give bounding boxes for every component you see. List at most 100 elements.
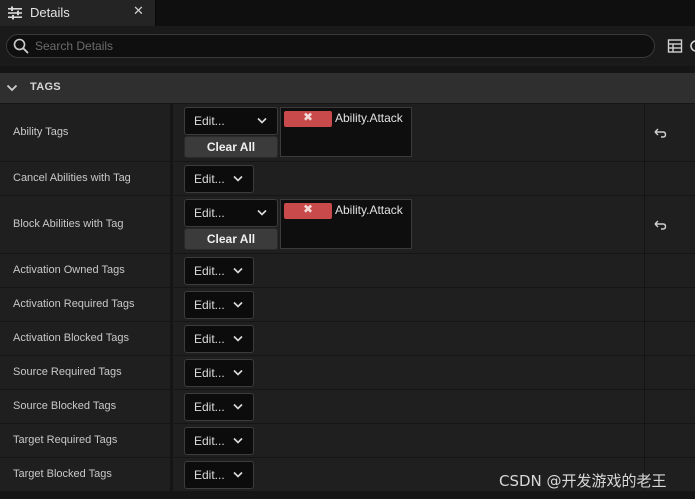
- chevron-down-icon: [233, 335, 243, 342]
- tab-details[interactable]: Details ✕: [0, 0, 156, 26]
- property-label: Source Blocked Tags: [13, 400, 117, 412]
- tag-list: ✖ Ability.Attack: [280, 199, 412, 249]
- property-row: Activation Owned Tags Edit...: [0, 254, 695, 288]
- property-label: Ability Tags: [13, 126, 69, 138]
- edit-tags-button[interactable]: Edit...: [184, 325, 254, 353]
- column-splitter[interactable]: [170, 458, 173, 491]
- edit-button-label: Edit...: [194, 264, 225, 278]
- property-name-cell: Target Blocked Tags: [0, 458, 170, 491]
- search-row: [0, 26, 695, 66]
- column-splitter[interactable]: [170, 104, 173, 161]
- tab-bar: Details ✕: [0, 0, 695, 26]
- edit-tags-button[interactable]: Edit...: [184, 257, 254, 285]
- edit-button-label: Edit...: [194, 332, 225, 346]
- property-row: Source Blocked Tags Edit...: [0, 390, 695, 424]
- property-row: Activation Blocked Tags Edit...: [0, 322, 695, 356]
- chevron-down-icon: [233, 267, 243, 274]
- column-splitter[interactable]: [170, 322, 173, 355]
- property-row: Block Abilities with Tag Edit... Clear All…: [0, 196, 695, 254]
- column-splitter[interactable]: [170, 254, 173, 287]
- chevron-down-icon: [233, 471, 243, 478]
- search-input[interactable]: [35, 37, 635, 55]
- column-divider: [644, 254, 645, 287]
- column-divider: [644, 424, 645, 457]
- property-label: Target Required Tags: [13, 434, 118, 446]
- property-name-cell: Source Blocked Tags: [0, 390, 170, 423]
- edit-button-label: Edit...: [194, 298, 225, 312]
- close-icon: ✖: [303, 202, 314, 216]
- chevron-down-icon: [233, 437, 243, 444]
- chevron-down-icon: [233, 403, 243, 410]
- grid-icon[interactable]: [667, 38, 683, 54]
- property-row: Source Required Tags Edit...: [0, 356, 695, 390]
- tag-label: Ability.Attack: [335, 111, 403, 125]
- property-label: Activation Required Tags: [13, 298, 135, 310]
- property-row: Cancel Abilities with Tag Edit...: [0, 162, 695, 196]
- column-splitter[interactable]: [170, 390, 173, 423]
- property-label: Target Blocked Tags: [13, 468, 112, 480]
- column-divider: [644, 322, 645, 355]
- edit-tags-button[interactable]: Edit...: [184, 291, 254, 319]
- chevron-down-icon: [257, 117, 267, 124]
- chevron-down-icon: [6, 84, 18, 92]
- edit-tags-button[interactable]: Edit...: [184, 359, 254, 387]
- clear-all-label: Clear All: [206, 232, 256, 246]
- property-label: Activation Owned Tags: [13, 264, 125, 276]
- property-name-cell: Ability Tags: [0, 104, 170, 161]
- property-row: Target Required Tags Edit...: [0, 424, 695, 458]
- edit-button-label: Edit...: [194, 434, 225, 448]
- settings-icon[interactable]: [689, 38, 695, 54]
- chevron-down-icon: [233, 301, 243, 308]
- edit-tags-button[interactable]: Edit...: [184, 427, 254, 455]
- property-name-cell: Block Abilities with Tag: [0, 196, 170, 253]
- property-name-cell: Activation Blocked Tags: [0, 322, 170, 355]
- column-splitter[interactable]: [170, 356, 173, 389]
- chevron-down-icon: [257, 209, 267, 216]
- search-box[interactable]: [6, 34, 655, 58]
- column-splitter[interactable]: [170, 196, 173, 253]
- edit-button-label: Edit...: [194, 172, 225, 186]
- property-label: Block Abilities with Tag: [13, 218, 124, 230]
- edit-button-label: Edit...: [194, 400, 225, 414]
- edit-tags-button[interactable]: Edit...: [184, 461, 254, 489]
- search-icon: [13, 38, 29, 54]
- column-divider: [644, 288, 645, 321]
- property-label: Cancel Abilities with Tag: [13, 172, 131, 184]
- column-splitter[interactable]: [170, 288, 173, 321]
- property-label: Activation Blocked Tags: [13, 332, 129, 344]
- sliders-icon: [8, 6, 22, 20]
- edit-button-label: Edit...: [194, 206, 225, 220]
- column-divider: [644, 390, 645, 423]
- property-name-cell: Cancel Abilities with Tag: [0, 162, 170, 195]
- property-name-cell: Target Required Tags: [0, 424, 170, 457]
- property-label: Source Required Tags: [13, 366, 122, 378]
- reset-to-default-icon[interactable]: [653, 127, 667, 139]
- tag-list: ✖ Ability.Attack: [280, 107, 412, 157]
- clear-all-button[interactable]: Clear All: [184, 136, 278, 158]
- property-name-cell: Activation Required Tags: [0, 288, 170, 321]
- edit-button-label: Edit...: [194, 366, 225, 380]
- property-name-cell: Source Required Tags: [0, 356, 170, 389]
- clear-all-button[interactable]: Clear All: [184, 228, 278, 250]
- edit-tags-button[interactable]: Edit...: [184, 107, 278, 135]
- edit-button-label: Edit...: [194, 468, 225, 482]
- tab-title: Details: [30, 5, 70, 20]
- edit-tags-button[interactable]: Edit...: [184, 165, 254, 193]
- property-name-cell: Activation Owned Tags: [0, 254, 170, 287]
- reset-to-default-icon[interactable]: [653, 219, 667, 231]
- chevron-down-icon: [233, 175, 243, 182]
- column-splitter[interactable]: [170, 424, 173, 457]
- remove-tag-button[interactable]: ✖: [284, 110, 332, 127]
- remove-tag-button[interactable]: ✖: [284, 202, 332, 219]
- tag-label: Ability.Attack: [335, 203, 403, 217]
- property-row: Ability Tags Edit... Clear All ✖ Ability.Att…: [0, 104, 695, 162]
- close-icon[interactable]: ✕: [133, 4, 144, 19]
- chevron-down-icon: [233, 369, 243, 376]
- edit-tags-button[interactable]: Edit...: [184, 393, 254, 421]
- column-divider: [644, 356, 645, 389]
- property-row: Activation Required Tags Edit...: [0, 288, 695, 322]
- category-tags[interactable]: TAGS: [0, 73, 695, 103]
- column-splitter[interactable]: [170, 162, 173, 195]
- edit-tags-button[interactable]: Edit...: [184, 199, 278, 227]
- category-title: TAGS: [30, 81, 61, 93]
